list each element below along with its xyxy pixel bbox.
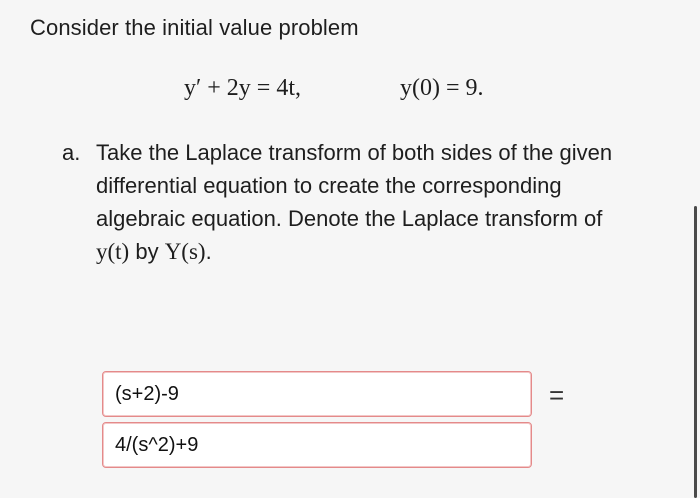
period: . (205, 239, 212, 264)
answer-field-right-side[interactable] (102, 422, 532, 468)
answer-field-left-side[interactable] (102, 371, 532, 417)
part-a-label: a. (62, 140, 81, 165)
capital-y-of-s: Y(s) (164, 239, 206, 264)
instruction-line-1: Take the Laplace transform of both sides… (96, 140, 613, 165)
problem-page: Consider the initial value problem y′ + … (0, 0, 700, 498)
by-word: by (129, 239, 165, 264)
instruction-line-3: algebraic equation. Denote the Laplace t… (96, 206, 603, 231)
scrollbar[interactable] (694, 206, 697, 498)
part-a-instructions: Take the Laplace transform of both sides… (96, 136, 676, 268)
differential-equation: y′ + 2y = 4t, (184, 75, 301, 101)
y-of-t: y(t) (96, 239, 130, 264)
instruction-line-2: differential equation to create the corr… (96, 173, 562, 198)
equals-sign: = (549, 380, 565, 410)
instruction-line-4: y(t) by Y(s). (96, 235, 676, 268)
initial-condition: y(0) = 9. (400, 75, 484, 101)
intro-text: Consider the initial value problem (30, 15, 359, 40)
